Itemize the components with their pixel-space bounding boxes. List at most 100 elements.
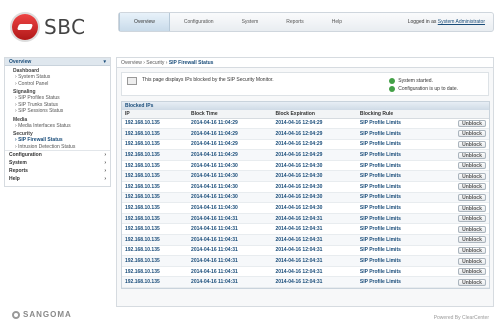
sidebar-section-configuration[interactable]: Configuration › [5, 151, 110, 159]
table-row: 192.168.10.135 2014-04-16 11:04:31 2014-04… [122, 245, 489, 257]
sidebar-item-sip-sessions-status[interactable]: › SIP Sessions Status [5, 108, 110, 115]
cell-action: Unblock [437, 192, 489, 204]
cell-block-time: 2014-04-16 11:04:29 [188, 139, 273, 151]
cell-action: Unblock [437, 139, 489, 151]
page-info-icon [127, 77, 137, 85]
blocked-ips-table: IP Block Time Block Expiration Blocking … [122, 110, 489, 288]
unblock-button[interactable]: Unblock [458, 225, 486, 233]
sidebar-section-overview[interactable]: Overview ▾ [5, 58, 110, 66]
cell-ip: 192.168.10.135 [122, 276, 189, 288]
unblock-button[interactable]: Unblock [458, 268, 486, 276]
cell-block-time: 2014-04-16 11:04:30 [188, 170, 273, 183]
unblock-button[interactable]: Unblock [458, 140, 486, 148]
table-row: 192.168.10.135 2014-04-16 11:04:31 2014-04… [122, 276, 489, 288]
unblock-button[interactable]: Unblock [458, 151, 486, 159]
cell-block-expiration: 2014-04-16 12:04:30 [272, 192, 357, 204]
sidebar-section-system[interactable]: System › [5, 159, 110, 167]
cell-block-expiration: 2014-04-16 12:04:31 [272, 266, 357, 278]
table-row: 192.168.10.135 2014-04-16 11:04:29 2014-04… [122, 149, 489, 161]
blocked-ips-title: Blocked IPs [122, 102, 489, 110]
cell-action: Unblock [437, 181, 489, 193]
tab-help[interactable]: Help [318, 13, 356, 31]
cell-ip: 192.168.10.135 [122, 213, 189, 225]
table-row: 192.168.10.135 2014-04-16 11:04:31 2014-04… [122, 255, 489, 267]
table-row: 192.168.10.135 2014-04-16 11:04:30 2014-04… [122, 202, 489, 214]
sidebar-item-control-panel[interactable]: › Control Panel [5, 81, 110, 88]
cell-block-expiration: 2014-04-16 12:04:29 [272, 139, 357, 151]
unblock-button[interactable]: Unblock [458, 257, 486, 265]
cell-blocking-rule: SIP Profile Limits [356, 266, 438, 278]
cell-blocking-rule: SIP Profile Limits [356, 213, 438, 225]
unblock-button[interactable]: Unblock [458, 119, 486, 127]
column-header-ip: IP [122, 110, 189, 119]
unblock-button[interactable]: Unblock [458, 130, 486, 138]
top-navigation: Overview Configuration System Reports He… [118, 12, 494, 32]
sidebar-item-media-interfaces-status[interactable]: › Media Interfaces Status [5, 123, 110, 130]
cell-blocking-rule: SIP Profile Limits [356, 276, 438, 288]
table-row: 192.168.10.135 2014-04-16 11:04:30 2014-04… [122, 181, 489, 193]
sangoma-mark-icon [12, 310, 20, 319]
cell-action: Unblock [437, 255, 489, 267]
cell-action: Unblock [437, 118, 489, 130]
login-user-link[interactable]: System Administrator [438, 19, 485, 25]
unblock-button[interactable]: Unblock [458, 183, 486, 191]
cell-ip: 192.168.10.135 [122, 255, 189, 267]
unblock-button[interactable]: Unblock [458, 162, 486, 170]
column-header-block-time: Block Time [188, 110, 273, 119]
column-header-block-expiration: Block Expiration [272, 110, 357, 119]
sidebar-group-media: Media [13, 116, 28, 123]
main-content: Overview › Security › SIP Firewall Statu… [116, 57, 494, 307]
tab-system[interactable]: System [228, 13, 273, 31]
table-row: 192.168.10.135 2014-04-16 11:04:30 2014-04… [122, 170, 489, 183]
cell-action: Unblock [437, 213, 489, 225]
cell-blocking-rule: SIP Profile Limits [356, 202, 438, 214]
status-system-started: System started. [398, 78, 433, 84]
column-header-action [437, 110, 489, 119]
unblock-button[interactable]: Unblock [458, 236, 486, 244]
cell-block-time: 2014-04-16 11:04:31 [188, 255, 273, 267]
info-box: This page displays IPs blocked by the SI… [121, 72, 489, 96]
sidebar-section-help[interactable]: Help › [5, 175, 110, 183]
table-row: 192.168.10.135 2014-04-16 11:04:29 2014-04… [122, 118, 489, 130]
table-row: 192.168.10.135 2014-04-16 11:04:30 2014-04… [122, 160, 489, 172]
unblock-button[interactable]: Unblock [458, 204, 486, 212]
cell-ip: 192.168.10.135 [122, 245, 189, 257]
cell-block-time: 2014-04-16 11:04:29 [188, 149, 273, 161]
sidebar-section-reports[interactable]: Reports › [5, 167, 110, 175]
login-prefix: Logged in as [407, 19, 437, 25]
cell-block-expiration: 2014-04-16 12:04:30 [272, 160, 357, 172]
cell-block-time: 2014-04-16 11:04:29 [188, 128, 273, 140]
cell-block-time: 2014-04-16 11:04:30 [188, 202, 273, 214]
cell-block-expiration: 2014-04-16 12:04:30 [272, 181, 357, 193]
cell-block-expiration: 2014-04-16 12:04:30 [272, 202, 357, 214]
cell-blocking-rule: SIP Profile Limits [356, 139, 438, 151]
chevron-right-icon: › [104, 176, 106, 182]
unblock-button[interactable]: Unblock [458, 278, 486, 286]
unblock-button[interactable]: Unblock [458, 193, 486, 201]
cell-ip: 192.168.10.135 [122, 223, 189, 236]
cell-ip: 192.168.10.135 [122, 181, 189, 193]
cell-ip: 192.168.10.135 [122, 160, 189, 172]
cell-blocking-rule: SIP Profile Limits [356, 255, 438, 267]
cell-block-expiration: 2014-04-16 12:04:29 [272, 118, 357, 130]
cell-action: Unblock [437, 202, 489, 214]
table-row: 192.168.10.135 2014-04-16 11:04:31 2014-04… [122, 234, 489, 246]
cell-block-expiration: 2014-04-16 12:04:31 [272, 255, 357, 267]
cell-block-expiration: 2014-04-16 12:04:31 [272, 245, 357, 257]
tab-reports[interactable]: Reports [272, 13, 318, 31]
unblock-button[interactable]: Unblock [458, 172, 486, 180]
cell-blocking-rule: SIP Profile Limits [356, 118, 438, 130]
sidebar: Overview ▾ Dashboard › System Status › Co… [4, 57, 111, 187]
sbc-logo: SBC [12, 13, 92, 41]
cell-blocking-rule: SIP Profile Limits [356, 160, 438, 172]
breadcrumb-security[interactable]: Security [146, 60, 164, 66]
cell-action: Unblock [437, 245, 489, 257]
cell-ip: 192.168.10.135 [122, 234, 189, 246]
status-config-up-to-date: Configuration is up to date. [398, 86, 458, 92]
cell-blocking-rule: SIP Profile Limits [356, 170, 438, 183]
breadcrumb-overview[interactable]: Overview [121, 60, 142, 66]
tab-overview[interactable]: Overview [119, 13, 170, 31]
unblock-button[interactable]: Unblock [458, 215, 486, 223]
unblock-button[interactable]: Unblock [458, 246, 486, 254]
tab-configuration[interactable]: Configuration [170, 13, 228, 31]
